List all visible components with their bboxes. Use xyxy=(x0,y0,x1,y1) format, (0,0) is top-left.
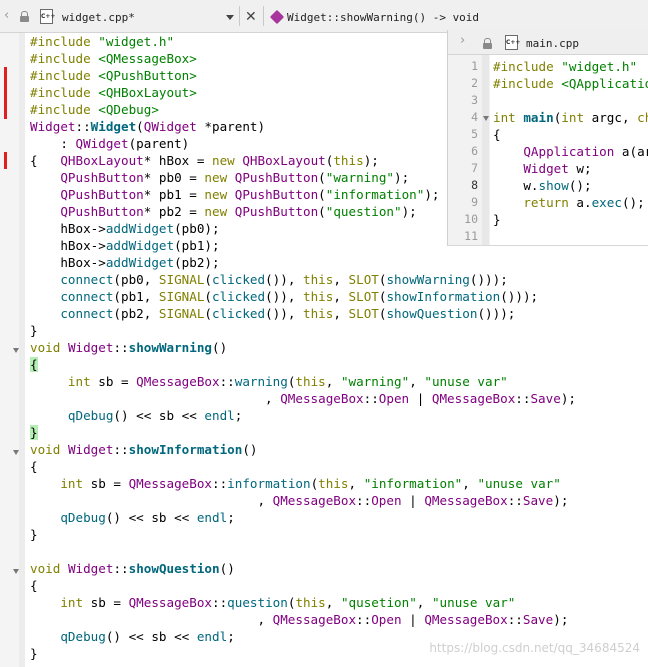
file-tab-main-cpp[interactable]: main.cpp xyxy=(526,37,579,50)
code-line: hBox->addWidget(pb1); xyxy=(30,238,220,253)
code-line: void Widget::showWarning() xyxy=(30,340,228,355)
code-line: } xyxy=(30,646,38,661)
fold-arrow-icon[interactable] xyxy=(13,348,19,353)
code-line: qDebug() << sb << endl; xyxy=(67,408,243,423)
code-line: #include <QApplication> xyxy=(493,76,648,91)
line-number: 6 xyxy=(471,144,478,158)
code-line: int sb = QMessageBox::warning(this, "war… xyxy=(67,374,508,389)
code-line: void Widget::showInformation() xyxy=(30,442,258,457)
code-line: #include <QDebug> xyxy=(30,102,159,117)
code-line: QPushButton* pb1 = new QPushButton("info… xyxy=(60,187,440,202)
separator xyxy=(263,6,264,26)
code-line: } xyxy=(30,425,38,440)
code-line: } xyxy=(493,212,501,227)
code-line: int sb = QMessageBox::information(this, … xyxy=(60,476,561,491)
file-tab-widget-cpp[interactable]: widget.cpp* xyxy=(62,11,135,24)
line-number: 3 xyxy=(471,93,478,107)
line-number: 2 xyxy=(471,76,478,90)
fold-gutter xyxy=(19,33,25,667)
code-line: , QMessageBox::Open | QMessageBox::Save)… xyxy=(30,493,569,508)
code-line: { xyxy=(30,357,38,372)
code-line: connect(pb0, SIGNAL(clicked()), this, SL… xyxy=(60,272,508,287)
fold-arrow-icon[interactable] xyxy=(483,116,489,121)
code-line: qDebug() << sb << endl; xyxy=(60,510,235,525)
code-line: #include "widget.h" xyxy=(493,59,638,74)
line-number: 11 xyxy=(464,229,478,243)
close-file-icon[interactable]: ✕ xyxy=(245,10,257,24)
symbol-selector[interactable]: Widget::showWarning() -> void xyxy=(287,11,479,24)
code-line: : QWidget(parent) xyxy=(30,136,190,151)
split-editor-main-cpp[interactable]: › C++ main.cpp 1 2 3 4 5 6 7 8 9 10 11 #include "w… xyxy=(447,30,648,246)
separator xyxy=(239,6,240,26)
lock-icon xyxy=(483,38,492,49)
code-line: qDebug() << sb << endl; xyxy=(60,629,235,644)
line-number: 7 xyxy=(471,161,478,175)
editor-tab-bar: ‹ C++ widget.cpp* ✕ Widget::showWarning(… xyxy=(0,0,648,33)
code-line: { QHBoxLayout* hBox = new QHBoxLayout(th… xyxy=(30,153,379,168)
change-marker xyxy=(4,152,7,169)
code-line: QApplication a(argc, argv); xyxy=(523,144,648,159)
code-line: #include <QHBoxLayout> xyxy=(30,85,197,100)
method-symbol-icon xyxy=(269,9,285,25)
code-line: w.show(); xyxy=(493,178,592,193)
line-number: 10 xyxy=(464,212,478,226)
code-line: Widget::Widget(QWidget *parent) xyxy=(30,119,266,134)
code-line: } xyxy=(30,323,38,338)
code-line: QPushButton* pb0 = new QPushButton("warn… xyxy=(60,170,410,185)
line-number: 5 xyxy=(471,127,478,141)
cpp-file-icon: C++ xyxy=(40,9,55,24)
code-line: #include <QMessageBox> xyxy=(30,51,197,66)
code-line: QPushButton* pb2 = new QPushButton("ques… xyxy=(60,204,417,219)
code-line: hBox->addWidget(pb0); xyxy=(30,221,220,236)
code-line: hBox->addWidget(pb2); xyxy=(30,255,220,270)
code-line: , QMessageBox::Open | QMessageBox::Save)… xyxy=(30,612,569,627)
fold-gutter xyxy=(482,55,489,245)
code-line: return a.exec(); xyxy=(523,195,645,210)
line-number: 8 xyxy=(471,178,478,192)
lock-icon xyxy=(20,11,29,22)
code-line: connect(pb2, SIGNAL(clicked()), this, SL… xyxy=(60,306,516,321)
change-marker xyxy=(4,67,7,119)
code-line: void Widget::showQuestion() xyxy=(30,561,235,576)
code-line: Widget w; xyxy=(523,161,592,176)
code-line: int main(int argc, char *argv[]) xyxy=(493,110,648,125)
fold-arrow-icon[interactable] xyxy=(13,569,19,574)
nav-back-icon[interactable]: ‹ xyxy=(4,8,9,23)
code-line: #include "widget.h" xyxy=(30,34,175,49)
code-line: connect(pb1, SIGNAL(clicked()), this, SL… xyxy=(60,289,539,304)
code-line: { xyxy=(493,127,501,142)
code-line: { xyxy=(30,578,38,593)
cpp-file-icon: C++ xyxy=(505,35,520,50)
split-tab-bar: › C++ main.cpp xyxy=(448,30,648,55)
line-number: 9 xyxy=(471,195,478,209)
fold-arrow-icon[interactable] xyxy=(13,450,19,455)
code-line: #include <QPushButton> xyxy=(30,68,197,83)
watermark: https://blog.csdn.net/qq_34684524 xyxy=(429,641,640,655)
code-line: , QMessageBox::Open | QMessageBox::Save)… xyxy=(30,391,576,406)
line-number: 1 xyxy=(471,59,478,73)
file-dropdown-arrow-icon[interactable] xyxy=(226,15,234,20)
code-line: } xyxy=(30,527,38,542)
code-line: { xyxy=(30,459,38,474)
line-number: 4 xyxy=(471,110,478,124)
nav-back-icon[interactable]: › xyxy=(460,33,465,48)
code-line: int sb = QMessageBox::question(this, "qu… xyxy=(60,595,516,610)
